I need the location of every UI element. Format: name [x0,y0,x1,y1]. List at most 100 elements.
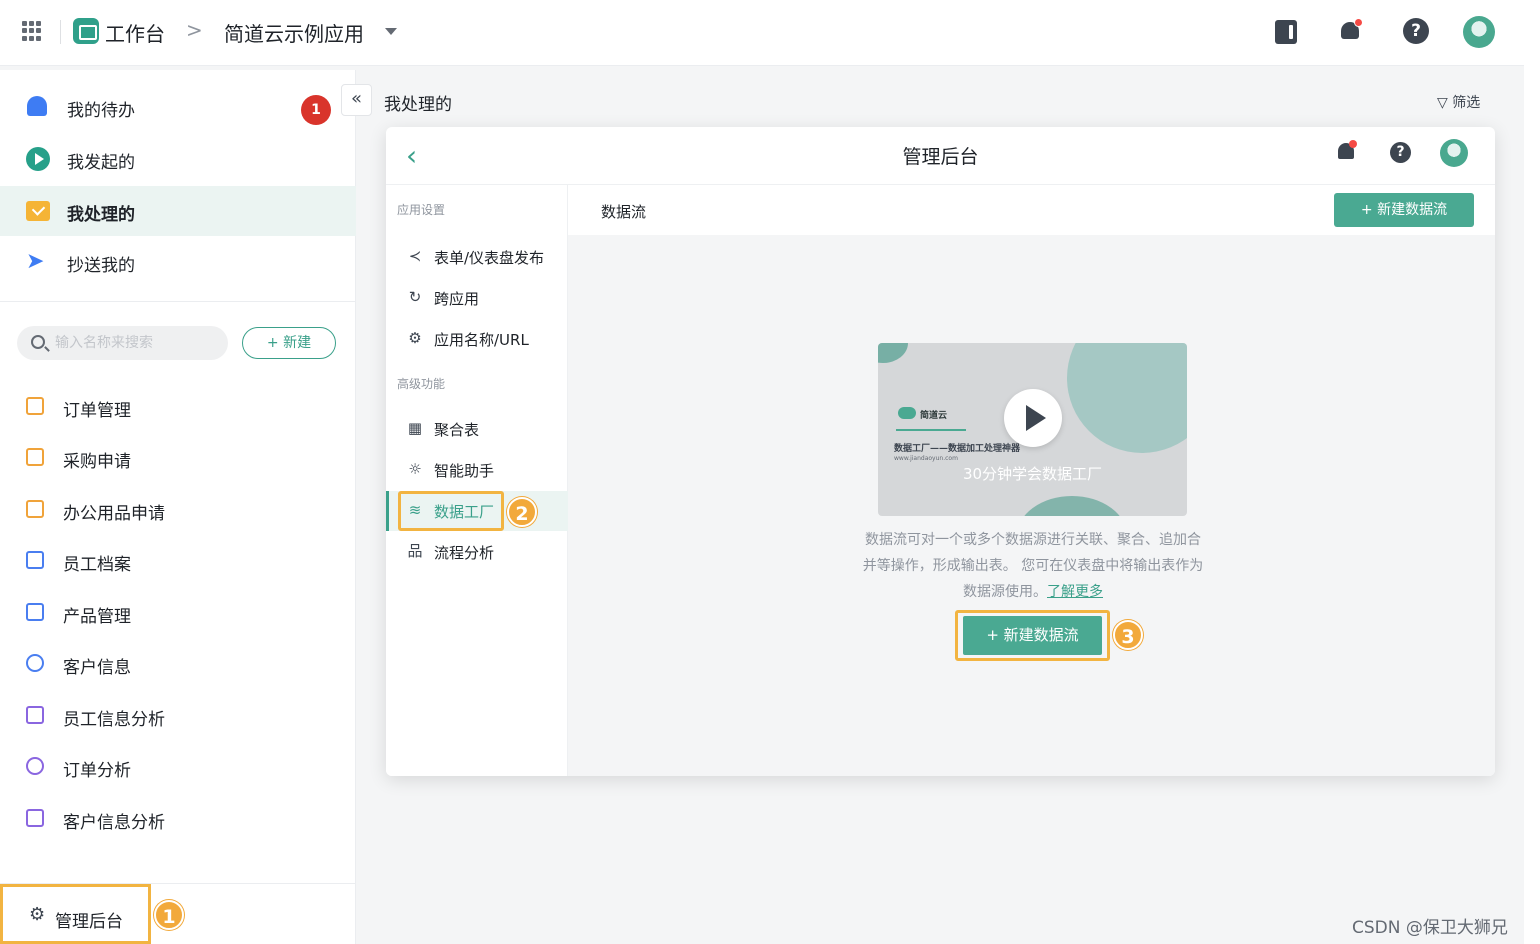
admin-console-panel: ‹ 管理后台 ? 应用设置 ≺ 表单/仪表盘发布 ↻ 跨应用 ⚙ 应用名称/UR… [386,127,1495,776]
user-icon [26,654,44,672]
check-icon [26,201,50,221]
admin-item-label: 应用名称/URL [434,331,529,349]
gear-icon: ⚙ [29,904,46,925]
form-label: 产品管理 [63,607,131,627]
brand-logo-icon [898,407,916,419]
form-item-orders[interactable]: 订单管理 [0,385,356,429]
decorative-shape [1017,496,1127,516]
step-marker-3: 3 [1113,620,1143,650]
group-label-advanced: 高级功能 [397,377,446,391]
form-item-purchase[interactable]: 采购申请 [0,436,356,480]
play-icon[interactable] [1004,389,1062,447]
admin-item-cross-app[interactable]: ↻ 跨应用 [386,278,568,318]
bell-icon [27,96,47,116]
top-bar: 工作台 > 简道云示例应用 ? [0,0,1524,66]
video-title: 30分钟学会数据工厂 [962,465,1103,483]
sidebar-item-handled[interactable]: 我处理的 [0,186,356,236]
form-item-customers[interactable]: 客户信息 [0,642,356,686]
table-icon: ▦ [407,419,423,437]
group-label-app-settings: 应用设置 [397,203,446,217]
admin-item-label: 表单/仪表盘发布 [434,249,545,267]
decorative-shape [1067,343,1187,453]
help-icon[interactable]: ? [1390,142,1411,163]
form-item-customer-analysis[interactable]: 客户信息分析 [0,797,356,841]
user-avatar[interactable] [1440,139,1468,167]
description-line: 并等操作，形成输出表。 您可在仪表盘中将输出表作为 [862,558,1204,574]
form-item-order-analysis[interactable]: 订单分析 [0,745,356,789]
sidebar-item-label: 我处理的 [67,205,135,225]
new-button[interactable]: + 新建 [242,327,336,359]
cart-icon [26,448,44,466]
form-label: 客户信息分析 [63,813,165,833]
admin-item-process-analysis[interactable]: 品 流程分析 [386,532,568,572]
divider [0,301,356,302]
new-dataflow-button[interactable]: + 新建数据流 [1334,193,1474,227]
form-label: 订单管理 [63,401,131,421]
bar-chart-icon [26,706,44,724]
sidebar: 我的待办 1 我发起的 我处理的 ➤ 抄送我的 + 新建 订单管理 采购申请 办… [0,70,356,944]
monitor-icon [26,809,44,827]
panel-title: 管理后台 [902,146,979,168]
admin-item-smart-assistant[interactable]: ☼ 智能助手 [386,450,568,490]
user-avatar[interactable] [1463,16,1495,48]
admin-item-label: 流程分析 [434,544,495,562]
bulb-icon: ☼ [408,460,422,478]
caret-down-icon[interactable] [385,28,397,35]
divider [60,20,61,44]
admin-item-app-name-url[interactable]: ⚙ 应用名称/URL [386,319,568,359]
step-marker-1: 1 [154,900,184,930]
admin-console-button[interactable]: ⚙ 管理后台 [0,884,151,944]
dataflow-description: 数据流可对一个或多个数据源进行关联、聚合、追加合 并等操作，形成输出表。 您可在… [838,527,1228,605]
form-label: 员工信息分析 [63,710,165,730]
highlight-box [398,491,504,531]
admin-item-label: 智能助手 [434,462,495,480]
admin-item-label: 跨应用 [434,290,480,308]
sidebar-item-label: 我的待办 [67,101,135,121]
todo-count-badge: 1 [301,95,331,125]
sidebar-item-initiated[interactable]: 我发起的 [0,134,356,184]
admin-sidebar: 应用设置 ≺ 表单/仪表盘发布 ↻ 跨应用 ⚙ 应用名称/URL 高级功能 ▦ … [386,185,568,776]
search-input[interactable] [55,332,220,354]
panel-header: ‹ 管理后台 ? [386,127,1495,185]
form-item-products[interactable]: 产品管理 [0,591,356,635]
admin-item-aggregate-table[interactable]: ▦ 聚合表 [386,409,568,449]
tutorial-video[interactable]: 简道云 数据工厂——数据加工处理神器 www.jiandaoyun.com 30… [878,343,1187,516]
form-label: 员工档案 [63,555,131,575]
decorative-shape [878,343,908,363]
dataflow-content: 数据流 + 新建数据流 简道云 数据工厂——数据加工处理神器 www.jiand… [568,185,1495,776]
step-marker-2: 2 [507,497,537,527]
breadcrumb-separator: > [186,18,203,42]
sidebar-item-cc[interactable]: ➤ 抄送我的 [0,237,356,287]
app-grid-icon[interactable] [22,21,42,41]
pie-chart-icon [26,757,44,775]
form-item-employee-analysis[interactable]: 员工信息分析 [0,694,356,738]
book-icon[interactable] [1275,20,1297,44]
admin-console-label: 管理后台 [55,912,123,932]
admin-item-publish[interactable]: ≺ 表单/仪表盘发布 [386,237,568,277]
collapse-sidebar-button[interactable]: « [341,84,372,116]
sidebar-item-label: 抄送我的 [67,256,135,276]
divider [896,429,966,431]
admin-item-label: 聚合表 [434,421,480,439]
workbench-link[interactable]: 工作台 [105,18,165,47]
page-title: 我处理的 [384,95,452,115]
form-item-employee-files[interactable]: 员工档案 [0,539,356,583]
search-box[interactable] [17,326,228,360]
video-url: www.jiandaoyun.com [894,455,958,462]
share-icon: ≺ [408,247,422,265]
form-item-office-supplies[interactable]: 办公用品申请 [0,488,356,532]
watermark: CSDN @保卫大狮兄 [1352,918,1508,938]
content-title: 数据流 [601,203,647,221]
create-dataflow-button[interactable]: + 新建数据流 [963,616,1102,655]
form-label: 客户信息 [63,658,131,678]
notification-bell-icon[interactable] [1338,18,1364,44]
app-name-dropdown[interactable]: 简道云示例应用 [224,18,364,47]
learn-more-link[interactable]: 了解更多 [1047,584,1103,600]
help-icon[interactable]: ? [1403,18,1429,44]
scrollbar-track[interactable] [1524,0,1540,944]
workbench-logo-icon[interactable] [73,18,99,44]
form-label: 采购申请 [63,452,131,472]
filter-label: 筛选 [1452,95,1481,111]
document-icon [26,551,44,569]
filter-button[interactable]: ▽ 筛选 [1437,92,1480,112]
